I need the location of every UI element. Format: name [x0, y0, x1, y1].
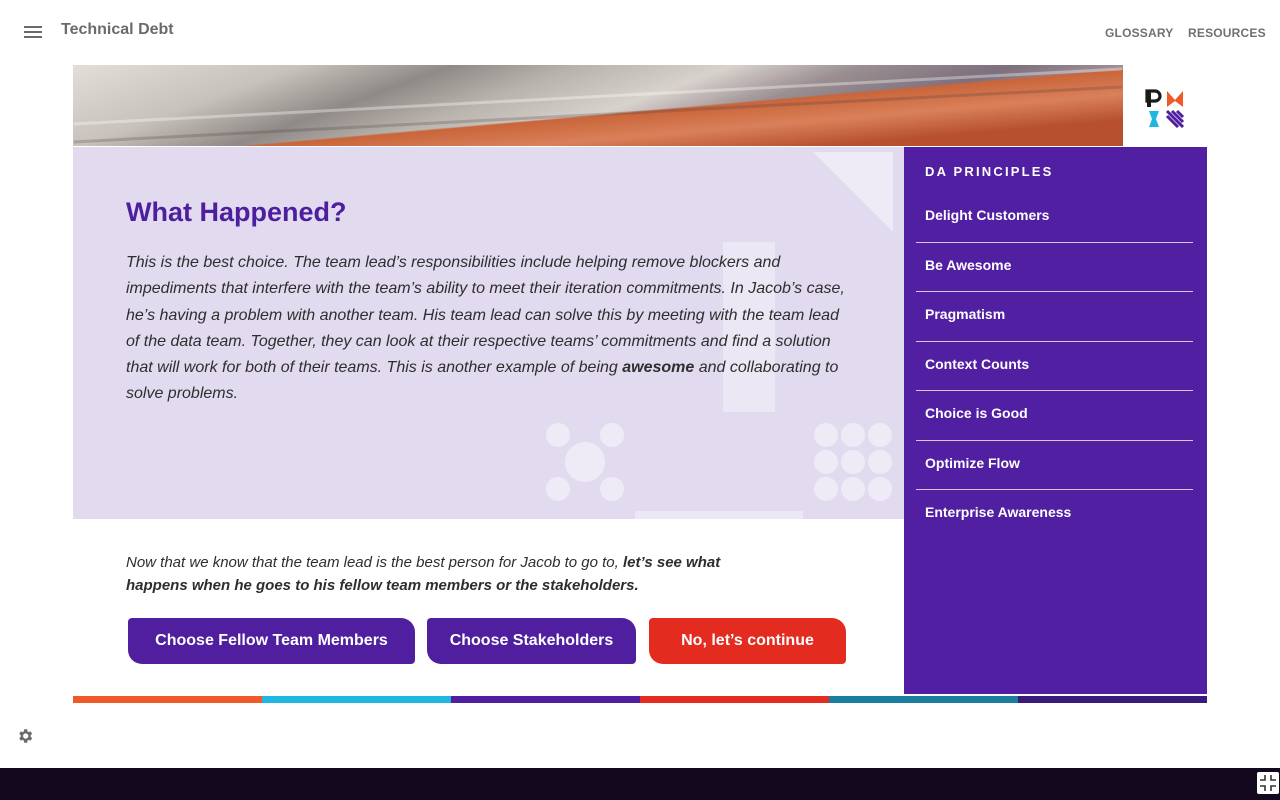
decorative-shape: [635, 511, 803, 519]
color-segment: [262, 696, 451, 703]
header-banner-image: [73, 65, 1123, 146]
explanation-emphasis: awesome: [622, 359, 695, 377]
prompt-text: Now that we know that the team lead is t…: [126, 554, 623, 571]
continue-button[interactable]: No, let’s continue: [649, 618, 846, 664]
principle-choice-is-good[interactable]: Choice is Good: [916, 391, 1193, 441]
app-title: Technical Debt: [61, 21, 174, 38]
color-segment: [73, 696, 262, 703]
nav-glossary[interactable]: GLOSSARY: [1105, 26, 1174, 40]
gear-icon[interactable]: [16, 727, 34, 745]
choose-fellow-team-members-button[interactable]: Choose Fellow Team Members: [128, 618, 415, 664]
decorative-triangle-icon: [813, 152, 893, 232]
color-segment: [451, 696, 640, 703]
pmi-logo-icon: [1145, 89, 1185, 129]
principle-delight-customers[interactable]: Delight Customers: [916, 193, 1193, 243]
exit-fullscreen-icon[interactable]: [1257, 772, 1279, 794]
color-segment: [1018, 696, 1207, 703]
color-segment: [640, 696, 829, 703]
sidebar-title: DA PRINCIPLES: [925, 164, 1054, 179]
decorative-dots-icon: [546, 423, 624, 501]
principles-sidebar: DA PRINCIPLES Delight Customers Be Aweso…: [904, 147, 1207, 694]
principle-be-awesome[interactable]: Be Awesome: [916, 243, 1193, 292]
content-panel: What Happened? This is the best choice. …: [73, 147, 904, 519]
explanation-text: This is the best choice. The team lead’s…: [126, 250, 856, 408]
nav-resources[interactable]: RESOURCES: [1188, 26, 1266, 40]
principle-optimize-flow[interactable]: Optimize Flow: [916, 441, 1193, 490]
color-segment: [829, 696, 1018, 703]
decorative-dot-grid-icon: [814, 423, 892, 501]
top-bar: Technical Debt GLOSSARY RESOURCES: [0, 0, 1280, 62]
principle-pragmatism[interactable]: Pragmatism: [916, 292, 1193, 342]
principle-context-counts[interactable]: Context Counts: [916, 342, 1193, 391]
principle-enterprise-awareness[interactable]: Enterprise Awareness: [916, 490, 1193, 540]
brand-color-bar: [73, 696, 1207, 703]
footer-bar: [0, 768, 1280, 800]
page-heading: What Happened?: [126, 197, 347, 227]
principles-list: Delight Customers Be Awesome Pragmatism …: [916, 193, 1193, 540]
choose-stakeholders-button[interactable]: Choose Stakeholders: [427, 618, 636, 664]
explanation-text-part: This is the best choice. The team lead’s…: [126, 254, 845, 377]
hamburger-menu-icon[interactable]: [24, 26, 42, 40]
next-step-prompt: Now that we know that the team lead is t…: [126, 551, 766, 597]
